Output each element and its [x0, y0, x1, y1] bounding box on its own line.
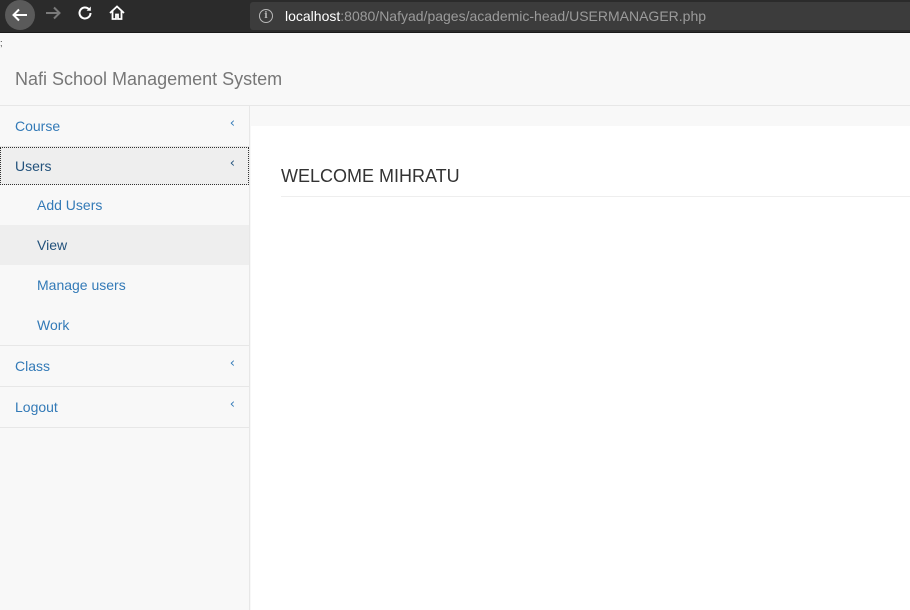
- submenu-item-add-users[interactable]: Add Users: [0, 185, 249, 225]
- sidebar-item-class[interactable]: Class ‹: [0, 346, 249, 387]
- users-submenu: Add Users View Manage users Work: [0, 185, 249, 346]
- sidebar-item-label[interactable]: Course: [15, 118, 60, 134]
- chevron-left-icon: ‹: [229, 397, 235, 412]
- submenu-item-label[interactable]: Manage users: [37, 277, 126, 293]
- main-content: WELCOME MIHRATU: [251, 126, 910, 610]
- page-title: WELCOME MIHRATU: [281, 166, 910, 197]
- browser-toolbar: i localhost:8080/Nafyad/pages/academic-h…: [0, 0, 910, 33]
- submenu-item-manage-users[interactable]: Manage users: [0, 265, 249, 305]
- home-icon: [108, 4, 126, 27]
- navbar-header: Nafi School Management System: [0, 34, 910, 106]
- stray-text: ;: [0, 38, 3, 48]
- submenu-item-work[interactable]: Work: [0, 305, 249, 345]
- sidebar: Course ‹ Users ‹ Add Users View Manage u…: [0, 106, 250, 610]
- submenu-item-view[interactable]: View: [0, 225, 249, 265]
- sidebar-item-course[interactable]: Course ‹: [0, 106, 249, 147]
- url-text: localhost:8080/Nafyad/pages/academic-hea…: [285, 8, 706, 24]
- address-bar[interactable]: i localhost:8080/Nafyad/pages/academic-h…: [250, 2, 910, 30]
- submenu-item-label[interactable]: Add Users: [37, 197, 102, 213]
- sidebar-item-label[interactable]: Logout: [15, 399, 58, 415]
- chevron-left-icon: ‹: [229, 356, 235, 371]
- back-arrow-icon: [5, 0, 35, 30]
- sidebar-item-users[interactable]: Users ‹: [0, 147, 249, 185]
- home-button[interactable]: [102, 0, 132, 30]
- url-host: localhost: [285, 8, 341, 24]
- sidebar-item-label[interactable]: Class: [15, 358, 50, 374]
- sidebar-item-label[interactable]: Users: [15, 158, 52, 174]
- forward-arrow-icon: [44, 4, 62, 27]
- chevron-left-icon: ‹: [229, 156, 235, 171]
- chevron-left-icon: ‹: [229, 116, 235, 131]
- back-button[interactable]: [5, 0, 35, 30]
- url-path: :8080/Nafyad/pages/academic-head/USERMAN…: [340, 8, 707, 24]
- info-icon[interactable]: i: [259, 9, 273, 23]
- submenu-item-label[interactable]: Work: [37, 317, 69, 333]
- reload-button[interactable]: [70, 0, 100, 30]
- submenu-item-label[interactable]: View: [37, 237, 67, 253]
- reload-icon: [76, 4, 94, 27]
- brand-link[interactable]: Nafi School Management System: [15, 69, 282, 90]
- sidebar-item-logout[interactable]: Logout ‹: [0, 387, 249, 428]
- forward-button[interactable]: [38, 0, 68, 30]
